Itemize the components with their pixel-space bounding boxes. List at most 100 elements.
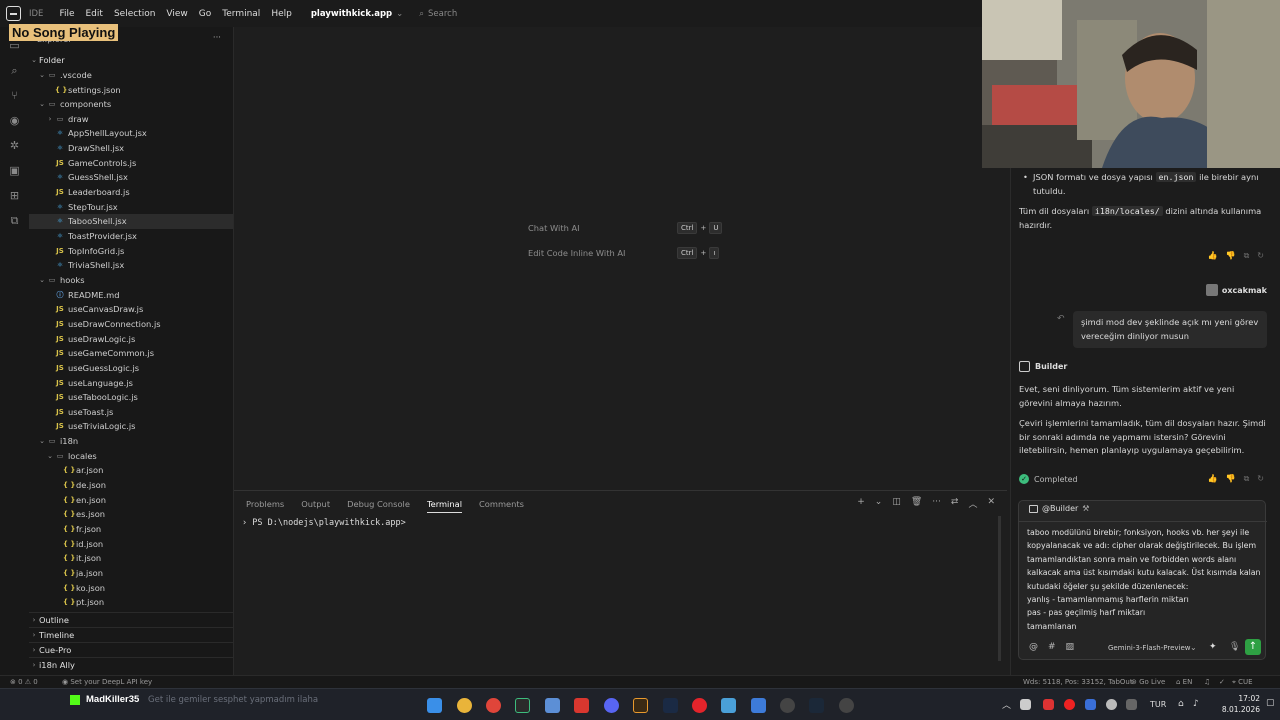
tree-folder[interactable]: ⌄ ▭ i18n [29, 434, 233, 449]
tree-file[interactable]: JS GameControls.js [29, 156, 233, 171]
translate-icon[interactable]: ⧉ [0, 208, 29, 233]
sparkle-icon[interactable]: ✦ [1209, 642, 1217, 652]
go-live-button[interactable]: ⊛ Go Live [1131, 678, 1165, 686]
retry-icon[interactable]: ↻ [1257, 474, 1264, 484]
tree-file[interactable]: { } id.json [29, 536, 233, 551]
at-mention-icon[interactable]: @ [1029, 642, 1038, 652]
obs-icon[interactable] [780, 698, 795, 713]
chat-input-box[interactable]: @Builder ⚒ taboo modülünü birebir; fonks… [1018, 500, 1267, 660]
tree-file[interactable]: { } pt.json [29, 595, 233, 610]
ide-taskbar-icon[interactable] [515, 698, 530, 713]
section-cue-pro[interactable]: › Cue-Pro [29, 642, 233, 657]
illustrator-icon[interactable] [633, 698, 648, 713]
command-search[interactable]: ⌕ Search [419, 9, 457, 19]
tab-output[interactable]: Output [301, 499, 330, 513]
encoding-status[interactable]: ⌖ CUE [1232, 678, 1253, 687]
tree-file[interactable]: JS useLanguage.js [29, 375, 233, 390]
tab-comments[interactable]: Comments [479, 499, 524, 513]
tree-folder[interactable]: ⌄ ▭ components [29, 97, 233, 112]
copy-icon[interactable]: ⧉ [1244, 474, 1250, 484]
retry-icon[interactable]: ↻ [1257, 251, 1264, 261]
tray-app-icon[interactable] [1043, 699, 1054, 710]
tab-problems[interactable]: Problems [246, 499, 284, 513]
new-terminal-icon[interactable]: + [857, 497, 865, 510]
search-icon[interactable]: ⌕ [0, 58, 29, 83]
tray-app-icon[interactable] [1020, 699, 1031, 710]
debug-icon[interactable]: ✲ [0, 133, 29, 158]
language-status[interactable]: ⌂ EN [1176, 678, 1192, 686]
more-actions-icon[interactable]: ··· [932, 497, 941, 510]
vivaldi-icon[interactable] [486, 698, 501, 713]
tree-file[interactable]: JS useDrawConnection.js [29, 317, 233, 332]
cursor-position[interactable]: Wds: 5118, Pos: 33152, TabOut [1023, 678, 1133, 686]
tree-root-folder[interactable]: ⌄ Folder [29, 53, 233, 68]
tree-file[interactable]: { } ko.json [29, 580, 233, 595]
steam-icon[interactable] [809, 698, 824, 713]
tree-folder[interactable]: › ▭ draw [29, 112, 233, 127]
tree-file[interactable]: ⓘ README.md [29, 287, 233, 302]
tray-app-icon[interactable] [1126, 699, 1137, 710]
chevron-down-icon[interactable]: ⌄ [1190, 643, 1197, 652]
thumbs-down-icon[interactable]: 👎 [1226, 474, 1236, 484]
section-outline[interactable]: › Outline [29, 612, 233, 627]
tree-file[interactable]: JS useTabooLogic.js [29, 390, 233, 405]
windows-start-icon[interactable] [427, 698, 442, 713]
menu-edit[interactable]: Edit [86, 9, 103, 19]
chrome-icon[interactable] [457, 698, 472, 713]
tree-folder[interactable]: ⌄ ▭ locales [29, 449, 233, 464]
microphone-icon[interactable]: 🎙 [1229, 642, 1240, 652]
remote-icon[interactable]: ▣ [0, 158, 29, 183]
thumbs-down-icon[interactable]: 👎 [1226, 251, 1236, 261]
eye-icon[interactable]: ◉ [0, 108, 29, 133]
bell-icon[interactable]: ♫ [1204, 678, 1210, 686]
discord-icon[interactable] [604, 698, 619, 713]
tree-folder[interactable]: ⌄ ▭ hooks [29, 273, 233, 288]
deepl-status[interactable]: ◉ Set your DeepL API key [62, 678, 152, 686]
davinci-icon[interactable] [663, 698, 678, 713]
source-control-icon[interactable]: ⑂ [0, 83, 29, 108]
tree-file[interactable]: ⚛ StepTour.jsx [29, 199, 233, 214]
chat-input-text[interactable]: taboo modülünü birebir; fonksiyon, hooks… [1027, 526, 1263, 633]
app-icon[interactable] [839, 698, 854, 713]
tree-file[interactable]: ⚛ GuessShell.jsx [29, 170, 233, 185]
more-actions-icon[interactable]: ··· [213, 33, 221, 43]
model-selector[interactable]: Gemini-3-Flash-Preview [1108, 644, 1191, 652]
menu-go[interactable]: Go [199, 9, 211, 19]
tree-file[interactable]: { } en.json [29, 492, 233, 507]
tray-app-icon[interactable] [1064, 699, 1075, 710]
media-player-icon[interactable] [692, 698, 707, 713]
tree-file[interactable]: ⚛ TabooShell.jsx [29, 214, 233, 229]
menu-file[interactable]: File [59, 9, 74, 19]
menu-view[interactable]: View [166, 9, 187, 19]
trash-icon[interactable]: 🗑 [911, 497, 922, 510]
undo-icon[interactable]: ↶ [1057, 314, 1065, 324]
tray-app-icon[interactable] [1106, 699, 1117, 710]
terminal-scrollbar[interactable] [998, 516, 1001, 661]
tray-expand-icon[interactable]: ︿ [1002, 698, 1011, 711]
send-button[interactable]: ↑ [1245, 639, 1261, 655]
agent-tag[interactable]: @Builder ⚒ [1029, 504, 1089, 513]
menu-selection[interactable]: Selection [114, 9, 155, 19]
chevron-down-icon[interactable]: ⌄ [396, 9, 403, 19]
tree-file[interactable]: { } settings.json [29, 82, 233, 97]
copy-icon[interactable]: ⧉ [1244, 251, 1250, 261]
tab-debug-console[interactable]: Debug Console [347, 499, 410, 513]
tree-file[interactable]: ⚛ DrawShell.jsx [29, 141, 233, 156]
tree-file[interactable]: { } fr.json [29, 522, 233, 537]
image-icon[interactable]: ▨ [1066, 642, 1075, 652]
menu-help[interactable]: Help [271, 9, 292, 19]
file-explorer-icon[interactable] [721, 698, 736, 713]
clock-date[interactable]: 8.01.2026 [1217, 705, 1260, 714]
input-language[interactable]: TUR [1150, 700, 1166, 709]
tree-file[interactable]: JS useGameCommon.js [29, 346, 233, 361]
tab-terminal[interactable]: Terminal [426, 499, 463, 513]
tree-file[interactable]: JS useGuessLogic.js [29, 361, 233, 376]
remote-desktop-icon[interactable] [751, 698, 766, 713]
hash-icon[interactable]: # [1048, 642, 1056, 652]
tree-file[interactable]: JS useTriviaLogic.js [29, 419, 233, 434]
tree-file[interactable]: { } ar.json [29, 463, 233, 478]
tree-file[interactable]: JS useToast.js [29, 405, 233, 420]
chevron-down-icon[interactable]: ⌄ [875, 497, 883, 510]
split-terminal-icon[interactable]: ◫ [892, 497, 901, 510]
extensions-icon[interactable]: ⊞ [0, 183, 29, 208]
